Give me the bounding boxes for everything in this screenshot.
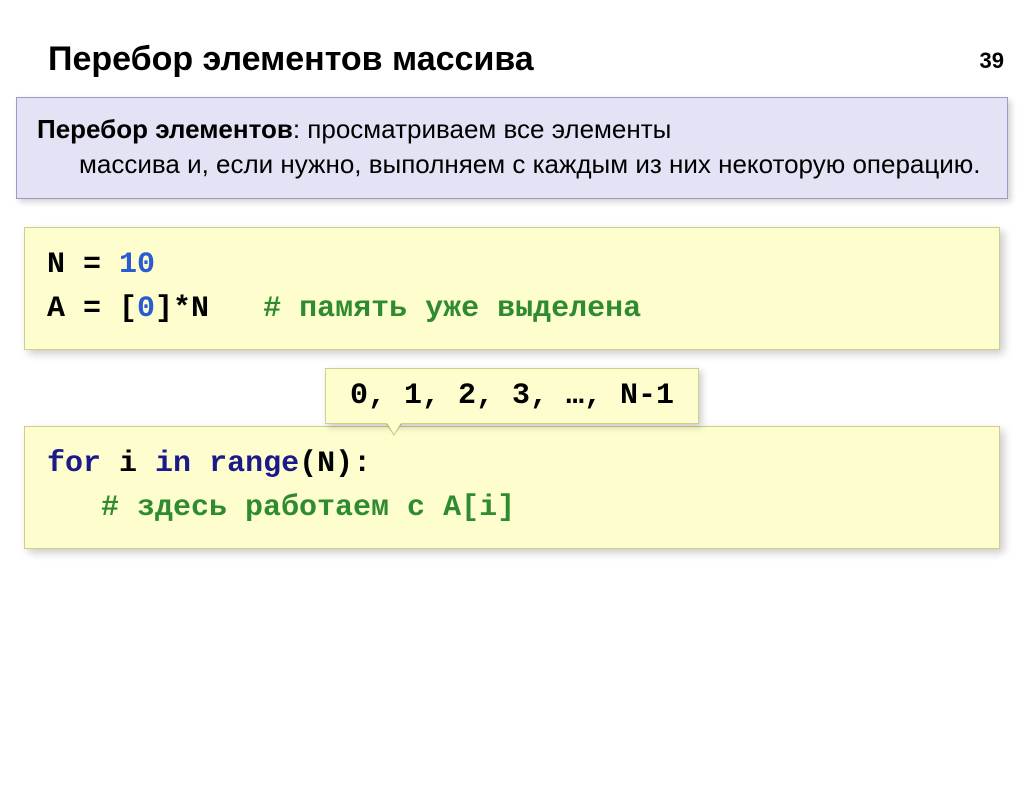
- definition-body-rest: массива и, если нужно, выполняем с кажды…: [37, 147, 987, 182]
- page-title: Перебор элементов массива: [48, 40, 1024, 79]
- definition-term: Перебор элементов: [37, 114, 293, 144]
- code-line: # здесь работаем с A[i]: [47, 487, 977, 531]
- code-line: N = 10: [47, 244, 977, 288]
- code-block-1: N = 10 A = [0]*N # память уже выделена: [24, 227, 1000, 350]
- callout-tail: [380, 412, 408, 434]
- code-line: A = [0]*N # память уже выделена: [47, 288, 977, 332]
- definition-body-line1: : просматриваем все элементы: [293, 114, 671, 144]
- definition-text: Перебор элементов: просматриваем все эле…: [37, 112, 987, 182]
- page-number: 39: [980, 48, 1004, 74]
- code-line: for i in range(N):: [47, 443, 977, 487]
- code-block-2: for i in range(N): # здесь работаем с A[…: [24, 426, 1000, 549]
- definition-box: Перебор элементов: просматриваем все эле…: [16, 97, 1008, 199]
